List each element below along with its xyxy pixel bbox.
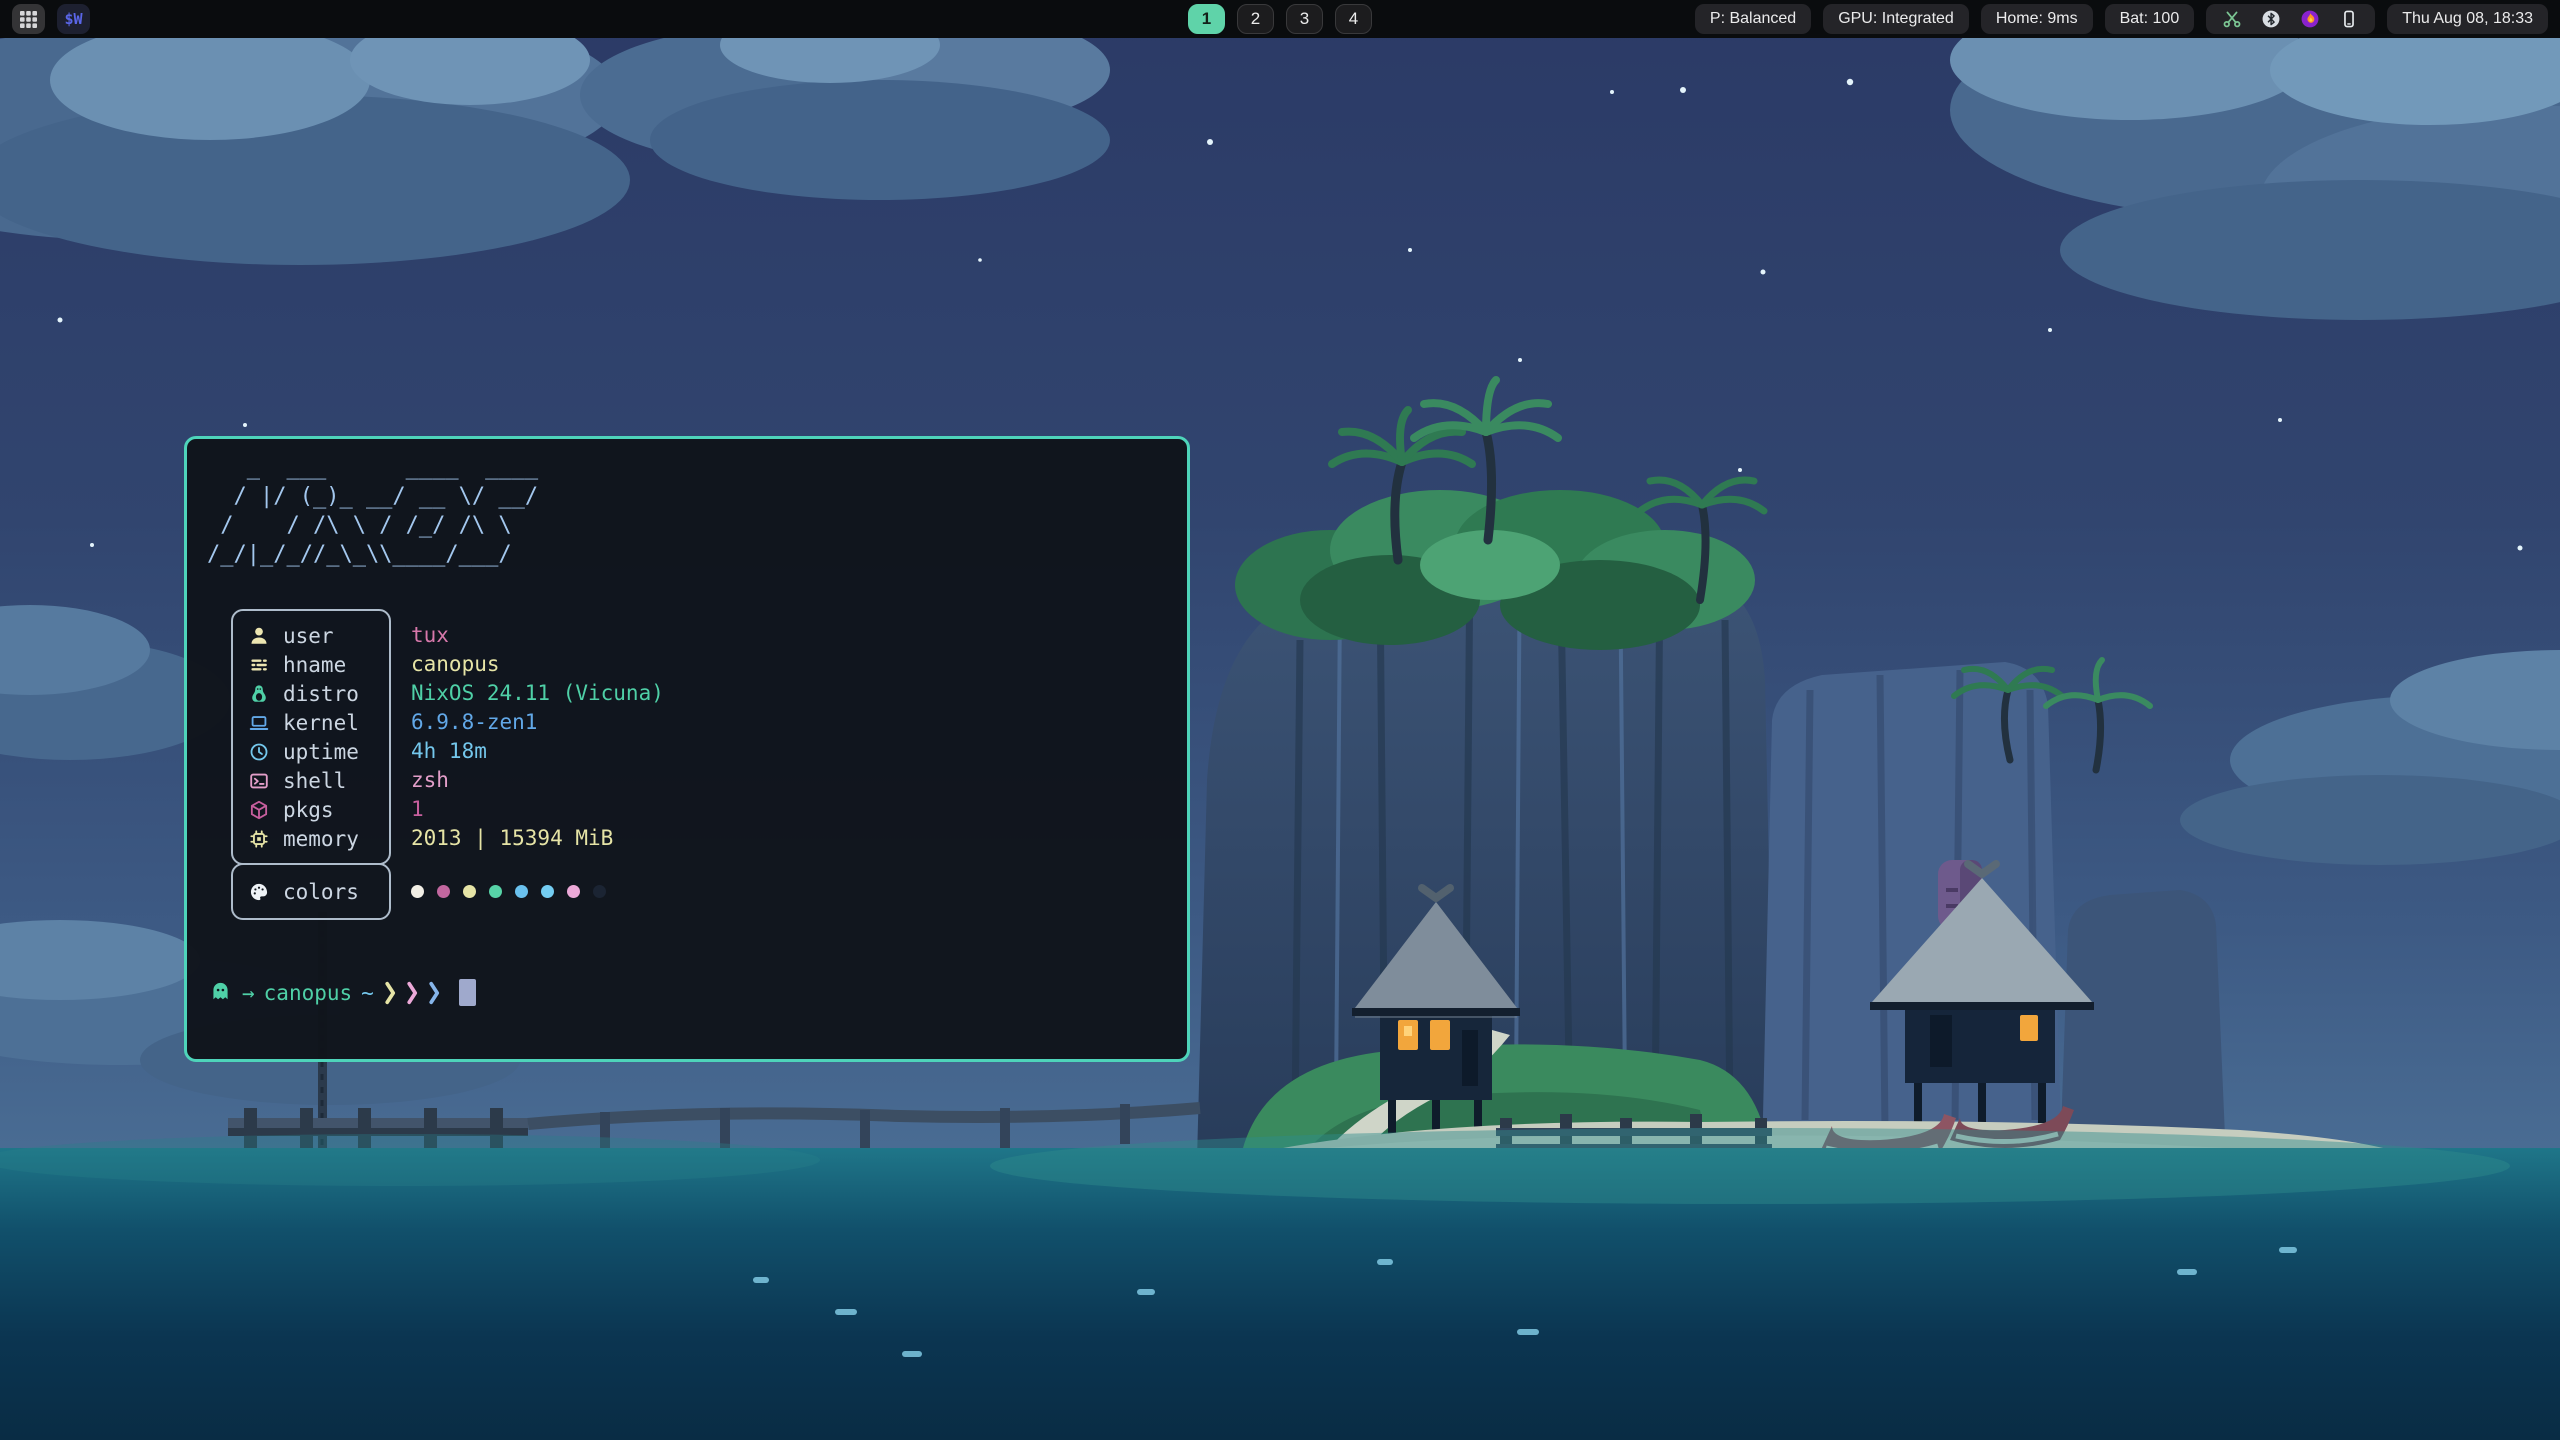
prompt-chevron-1 bbox=[385, 981, 396, 1005]
fetch-label-shell: shell bbox=[283, 769, 346, 793]
color-dot-0 bbox=[411, 885, 424, 898]
fetch-keys-box: user hname bbox=[231, 609, 391, 865]
terminal-window[interactable]: _ ___ ____ ____ / |/ (_)_ __/ __ \/ __/ … bbox=[184, 436, 1190, 1062]
fetch-row-pkgs: pkgs bbox=[233, 795, 389, 824]
clock-pill[interactable]: Thu Aug 08, 18:33 bbox=[2387, 4, 2548, 34]
color-dot-7 bbox=[593, 885, 606, 898]
fetch-row-hname: hname bbox=[233, 650, 389, 679]
bar-left: $W bbox=[12, 4, 90, 34]
package-icon bbox=[246, 797, 272, 822]
prompt-chevron-2 bbox=[407, 981, 418, 1005]
prompt-arrow: → bbox=[242, 981, 255, 1005]
fetch-label-distro: distro bbox=[283, 682, 359, 706]
fetch-value-uptime: 4h 18m bbox=[411, 737, 664, 766]
color-palette-row bbox=[411, 877, 664, 906]
user-icon bbox=[246, 623, 272, 648]
color-dot-4 bbox=[515, 885, 528, 898]
workspace-button-2[interactable]: 2 bbox=[1237, 4, 1274, 34]
color-dot-3 bbox=[489, 885, 502, 898]
ghost-icon bbox=[207, 980, 233, 1005]
fetch-label-memory: memory bbox=[283, 827, 359, 851]
workspace-button-3[interactable]: 3 bbox=[1286, 4, 1323, 34]
phone-icon[interactable] bbox=[2338, 8, 2360, 30]
workspace-button-4[interactable]: 4 bbox=[1335, 4, 1372, 34]
power-profile-label: P: Balanced bbox=[1710, 10, 1796, 28]
cloud-top-left bbox=[0, 15, 630, 265]
latency-pill[interactable]: Home: 9ms bbox=[1981, 4, 2093, 34]
system-tray bbox=[2206, 4, 2375, 34]
top-bar: $W 1 2 3 4 P: Balanced GPU: Integrated H… bbox=[0, 0, 2560, 38]
palette-icon bbox=[246, 879, 272, 904]
penguin-icon bbox=[246, 681, 272, 706]
app-grid-icon bbox=[20, 11, 37, 28]
workspace-switcher: 1 2 3 4 bbox=[1188, 4, 1372, 34]
fetch-keys-column: user hname bbox=[231, 609, 391, 920]
workspace-button-1[interactable]: 1 bbox=[1188, 4, 1225, 34]
clock-label: Thu Aug 08, 18:33 bbox=[2402, 10, 2533, 28]
fetch-label-uptime: uptime bbox=[283, 740, 359, 764]
hostname-icon bbox=[246, 652, 272, 677]
prompt-chevron-3 bbox=[429, 981, 440, 1005]
battery-label: Bat: 100 bbox=[2120, 10, 2180, 28]
fetch-values-column: tux canopus NixOS 24.11 (Vicuna) 6.9.8-z… bbox=[411, 609, 664, 920]
battery-pill[interactable]: Bat: 100 bbox=[2105, 4, 2195, 34]
shell-prompt[interactable]: → canopus ~ bbox=[207, 979, 476, 1006]
scissors-icon[interactable] bbox=[2221, 8, 2243, 30]
fetch-value-memory: 2013 | 15394 MiB bbox=[411, 824, 664, 853]
fetch-value-kernel: 6.9.8-zen1 bbox=[411, 708, 664, 737]
prompt-path: ~ bbox=[361, 981, 374, 1005]
fetch-panel: user hname bbox=[231, 609, 1187, 920]
chip-icon bbox=[246, 826, 272, 851]
bluetooth-icon[interactable] bbox=[2260, 8, 2282, 30]
color-dot-1 bbox=[437, 885, 450, 898]
fetch-row-user: user bbox=[233, 621, 389, 650]
fetch-row-memory: memory bbox=[233, 824, 389, 853]
ascii-logo: _ ___ ____ ____ / |/ (_)_ __/ __ \/ __/ … bbox=[207, 453, 1187, 569]
logo-button[interactable]: $W bbox=[57, 4, 90, 34]
bar-right: P: Balanced GPU: Integrated Home: 9ms Ba… bbox=[1695, 4, 2548, 34]
laptop-icon bbox=[246, 710, 272, 735]
terminal-icon bbox=[246, 768, 272, 793]
color-dot-2 bbox=[463, 885, 476, 898]
fetch-row-distro: distro bbox=[233, 679, 389, 708]
fetch-row-shell: shell bbox=[233, 766, 389, 795]
text-cursor bbox=[459, 979, 476, 1006]
prompt-hostname: canopus bbox=[264, 981, 353, 1005]
fetch-value-pkgs: 1 bbox=[411, 795, 664, 824]
fetch-row-uptime: uptime bbox=[233, 737, 389, 766]
logo-text: $W bbox=[64, 10, 82, 28]
gpu-pill[interactable]: GPU: Integrated bbox=[1823, 4, 1969, 34]
fetch-label-pkgs: pkgs bbox=[283, 798, 334, 822]
fetch-value-distro: NixOS 24.11 (Vicuna) bbox=[411, 679, 664, 708]
flame-icon[interactable] bbox=[2299, 8, 2321, 30]
app-launcher-button[interactable] bbox=[12, 4, 45, 34]
fetch-row-kernel: kernel bbox=[233, 708, 389, 737]
fetch-label-colors: colors bbox=[283, 880, 359, 904]
clock-icon bbox=[246, 739, 272, 764]
fetch-label-user: user bbox=[283, 624, 334, 648]
power-profile-pill[interactable]: P: Balanced bbox=[1695, 4, 1811, 34]
fetch-row-colors: colors bbox=[233, 877, 389, 906]
fetch-value-hname: canopus bbox=[411, 650, 664, 679]
fetch-colors-box: colors bbox=[231, 863, 391, 920]
fetch-value-shell: zsh bbox=[411, 766, 664, 795]
fetch-value-user: tux bbox=[411, 621, 664, 650]
fetch-label-hname: hname bbox=[283, 653, 346, 677]
fetch-label-kernel: kernel bbox=[283, 711, 359, 735]
color-dot-5 bbox=[541, 885, 554, 898]
latency-label: Home: 9ms bbox=[1996, 10, 2078, 28]
color-dot-6 bbox=[567, 885, 580, 898]
gpu-label: GPU: Integrated bbox=[1838, 10, 1954, 28]
